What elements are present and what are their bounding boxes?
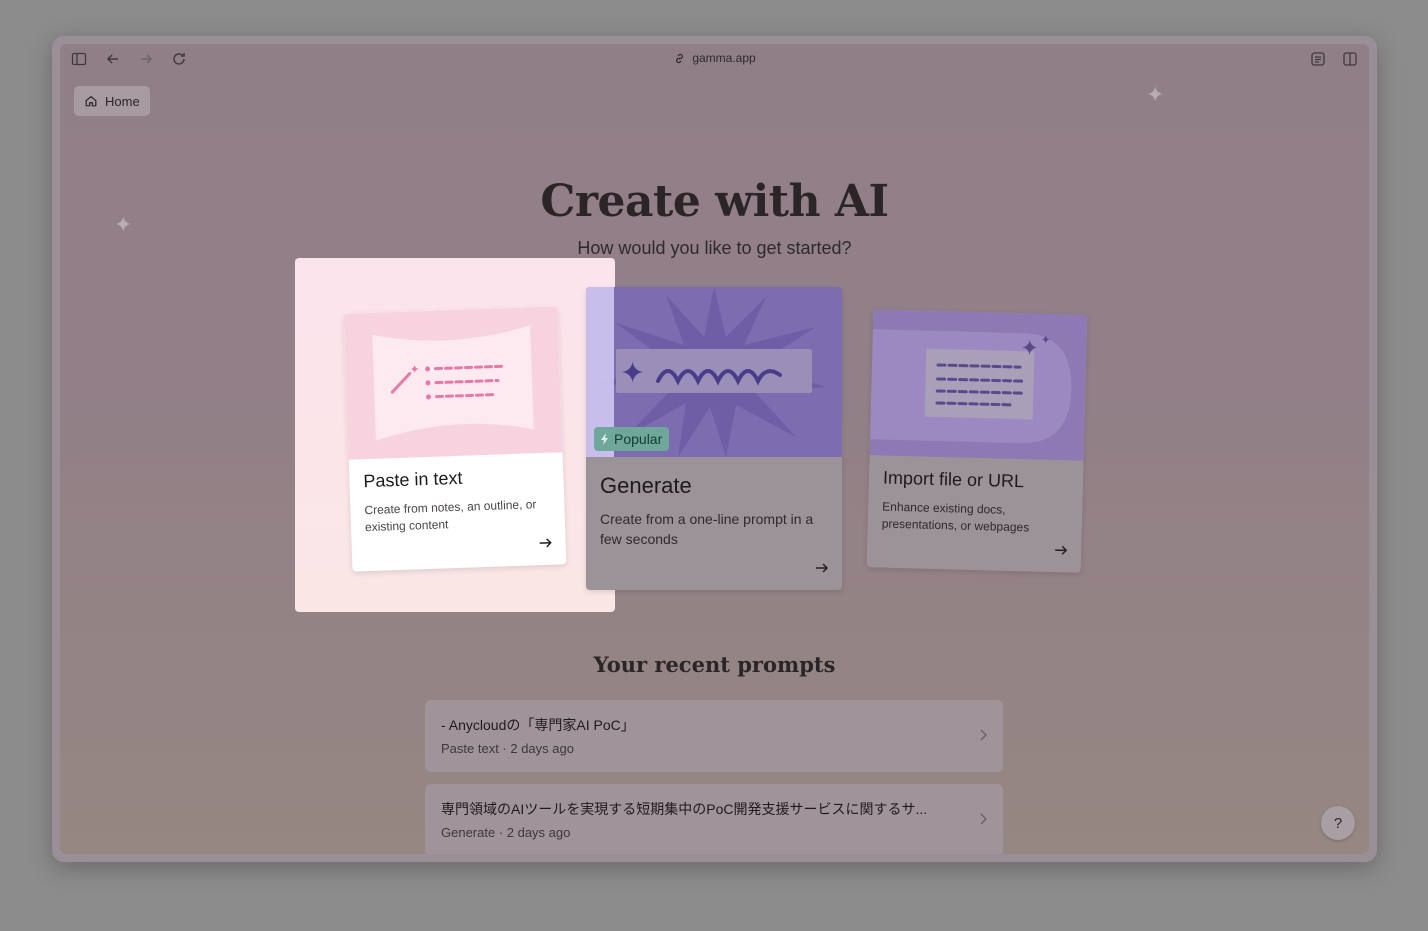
arrow-right-icon	[539, 538, 552, 548]
paste-illustration: ✦	[343, 306, 563, 460]
import-card-description: Enhance existing docs, presentations, or…	[881, 499, 1030, 535]
prompt-meta: Paste text · 2 days ago	[441, 741, 574, 756]
generate-card-body: Generate Create from a one-line prompt i…	[586, 457, 842, 590]
generate-card-description: Create from a one-line prompt in a few s…	[600, 511, 814, 548]
browser-window: gamma.app Home ✦ ✦ Create with AI How wo…	[52, 36, 1377, 862]
chevron-right-icon	[980, 729, 987, 741]
svg-text:✦: ✦	[620, 357, 645, 390]
home-button[interactable]: Home	[74, 86, 150, 116]
recent-prompt-item[interactable]: - Anycloudの「専門家AI PoC」 Paste text · 2 da…	[425, 700, 1003, 772]
reader-icon[interactable]	[1309, 50, 1327, 68]
recent-prompts-title: Your recent prompts	[593, 652, 836, 677]
recent-prompt-item[interactable]: 専門領域のAIツールを実現する短期集中のPoC開発支援サービスに関するサ... …	[425, 784, 1003, 854]
paste-card-description: Create from notes, an outline, or existi…	[364, 497, 537, 535]
page-viewport: gamma.app Home ✦ ✦ Create with AI How wo…	[60, 44, 1369, 854]
arrow-right-icon	[816, 563, 829, 573]
link-icon	[676, 53, 684, 63]
paste-in-text-card[interactable]: ✦ Paste in text Create from notes, an ou…	[343, 306, 567, 572]
sparkle-icon: ✦	[1146, 82, 1165, 107]
svg-text:✦: ✦	[1040, 333, 1050, 347]
arrow-right-icon	[1055, 545, 1068, 555]
import-illustration: ✦ ✦	[869, 309, 1088, 461]
import-file-card[interactable]: ✦ ✦ Import file or URL Enhance existing …	[866, 309, 1088, 573]
home-label: Home	[105, 93, 140, 109]
paste-card-title: Paste in text	[363, 467, 463, 492]
import-card-title: Import file or URL	[882, 467, 1025, 492]
prompt-title: - Anycloudの「専門家AI PoC」	[441, 717, 635, 733]
help-button[interactable]: ?	[1321, 806, 1355, 840]
browser-toolbar: gamma.app	[60, 44, 1369, 74]
chevron-right-icon	[980, 813, 987, 825]
popular-badge: Popular	[594, 427, 670, 451]
address-bar[interactable]: gamma.app	[60, 51, 1369, 65]
svg-text:✦: ✦	[1020, 335, 1039, 360]
generate-card-title: Generate	[600, 473, 692, 498]
popular-label: Popular	[614, 431, 663, 447]
prompt-meta: Generate · 2 days ago	[441, 825, 571, 840]
split-view-icon[interactable]	[1341, 50, 1359, 68]
paste-card-body: Paste in text Create from notes, an outl…	[349, 452, 567, 571]
page-subtitle: How would you like to get started?	[577, 238, 852, 258]
lightning-icon	[601, 433, 608, 445]
url-text: gamma.app	[692, 51, 756, 65]
prompt-title: 専門領域のAIツールを実現する短期集中のPoC開発支援サービスに関するサ...	[441, 801, 928, 817]
page-title: Create with AI	[540, 176, 889, 227]
svg-text:✦: ✦	[409, 362, 420, 376]
import-card-body: Import file or URL Enhance existing docs…	[866, 455, 1084, 573]
home-icon	[85, 95, 97, 107]
